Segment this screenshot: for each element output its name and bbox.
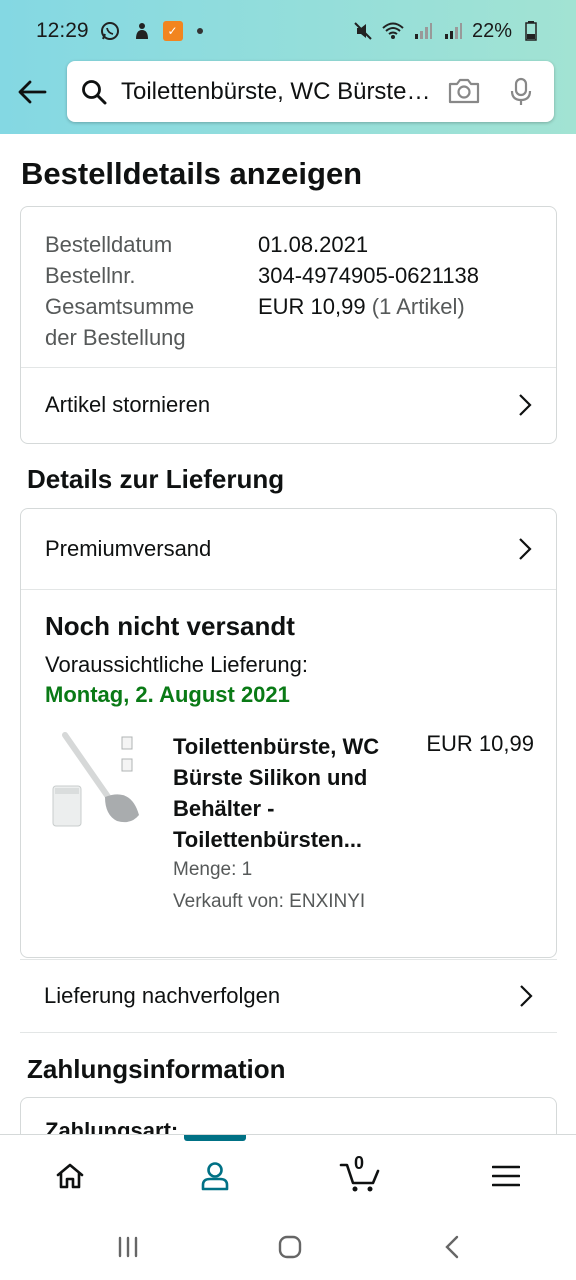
delivery-card: Premiumversand Noch nicht versandt Vorau… bbox=[20, 508, 557, 958]
product-quantity: Menge: 1 bbox=[173, 859, 253, 880]
home-circle-icon bbox=[278, 1235, 302, 1259]
cancel-items-label: Artikel stornieren bbox=[45, 392, 211, 417]
shipping-method-link[interactable]: Premiumversand bbox=[21, 509, 556, 589]
payment-section-title: Zahlungsinformation bbox=[27, 1054, 286, 1084]
back-button[interactable] bbox=[14, 74, 50, 110]
product-seller: Verkauft von: ENXINYI bbox=[173, 891, 366, 912]
product-price: EUR 10,99 bbox=[426, 731, 534, 756]
whatsapp-icon bbox=[99, 20, 121, 42]
signal-icon-2 bbox=[442, 20, 464, 42]
delivery-section-title: Details zur Lieferung bbox=[27, 464, 285, 494]
order-total-value: EUR 10,99 (1 Artikel) bbox=[258, 291, 465, 322]
search-bar[interactable]: Toilettenbürste, WC Bürste Silikon und B… bbox=[67, 61, 554, 122]
search-input[interactable]: Toilettenbürste, WC Bürste Silikon und B… bbox=[121, 78, 433, 106]
order-date-label: Bestelldatum bbox=[45, 232, 173, 257]
nav-home[interactable] bbox=[48, 1155, 92, 1197]
order-details-content[interactable]: Bestelldetails anzeigen Bestelldatum 01.… bbox=[0, 134, 576, 1134]
order-number-label: Bestellnr. bbox=[45, 263, 136, 288]
recent-apps-icon bbox=[118, 1236, 138, 1258]
status-time: 12:29 bbox=[36, 19, 89, 42]
cart-count: 0 bbox=[354, 1153, 365, 1173]
order-total-label: Gesamtsumme bbox=[45, 294, 195, 319]
payment-method-label: Zahlungsart: bbox=[45, 1118, 179, 1134]
wifi-icon bbox=[382, 20, 404, 42]
order-date-value: 01.08.2021 bbox=[258, 232, 369, 257]
battery-percentage: 22% bbox=[471, 19, 512, 42]
bottom-navigation: 0 bbox=[0, 1134, 576, 1214]
product-title-link[interactable]: Toilettenbürste, WC Bürste Silikon und B… bbox=[173, 731, 403, 855]
nav-menu[interactable] bbox=[484, 1155, 528, 1197]
shipping-method-label: Premiumversand bbox=[45, 536, 212, 561]
home-icon bbox=[56, 1163, 84, 1189]
recent-apps-button[interactable] bbox=[113, 1232, 143, 1262]
chevron-right-icon bbox=[519, 984, 533, 1008]
more-notifications-icon bbox=[196, 28, 203, 34]
system-back-button[interactable] bbox=[437, 1232, 467, 1262]
status-bar: 12:29 ✓ 22% bbox=[0, 0, 576, 62]
track-delivery-link[interactable]: Lieferung nachverfolgen bbox=[20, 959, 557, 1033]
user-icon bbox=[201, 1162, 229, 1191]
expected-delivery-label: Voraussichtliche Lieferung: bbox=[45, 652, 308, 677]
page-title: Bestelldetails anzeigen bbox=[21, 156, 363, 191]
chevron-right-icon bbox=[518, 393, 532, 417]
home-button[interactable] bbox=[275, 1232, 305, 1262]
active-tab-indicator bbox=[184, 1135, 246, 1141]
battery-icon bbox=[520, 20, 542, 42]
microphone-icon[interactable] bbox=[509, 77, 533, 107]
order-item-count: (1 Artikel) bbox=[371, 294, 465, 319]
cancel-items-link[interactable]: Artikel stornieren bbox=[21, 368, 556, 442]
app-badge-icon: ✓ bbox=[162, 21, 183, 41]
order-total-amount: EUR 10,99 bbox=[258, 294, 366, 319]
system-navigation-bar bbox=[0, 1214, 576, 1280]
track-delivery-label: Lieferung nachverfolgen bbox=[44, 983, 281, 1008]
chevron-right-icon bbox=[518, 537, 532, 561]
mute-icon bbox=[352, 20, 374, 42]
divider bbox=[21, 589, 556, 590]
order-total-label-line2: der Bestellung bbox=[45, 325, 186, 350]
order-number-value: 304-4974905-0621138 bbox=[258, 263, 480, 288]
order-summary-card: Bestelldatum 01.08.2021 Bestellnr. 304-4… bbox=[20, 206, 557, 444]
notification-icon bbox=[131, 20, 153, 42]
camera-icon[interactable] bbox=[447, 77, 481, 107]
signal-icon bbox=[412, 20, 434, 42]
search-icon bbox=[81, 79, 107, 105]
shipment-status-heading: Noch nicht versandt bbox=[45, 611, 295, 641]
chevron-left-icon bbox=[445, 1235, 459, 1259]
arrow-left-icon bbox=[18, 80, 47, 104]
app-header: 12:29 ✓ 22% Toilettenbürste, WC Bürste S bbox=[0, 0, 576, 134]
nav-account[interactable] bbox=[193, 1155, 237, 1197]
expected-delivery-date: Montag, 2. August 2021 bbox=[45, 682, 290, 707]
nav-cart[interactable]: 0 bbox=[336, 1153, 384, 1197]
payment-card: Zahlungsart: bbox=[20, 1097, 557, 1134]
hamburger-menu-icon bbox=[492, 1165, 520, 1187]
product-image[interactable] bbox=[47, 731, 145, 841]
